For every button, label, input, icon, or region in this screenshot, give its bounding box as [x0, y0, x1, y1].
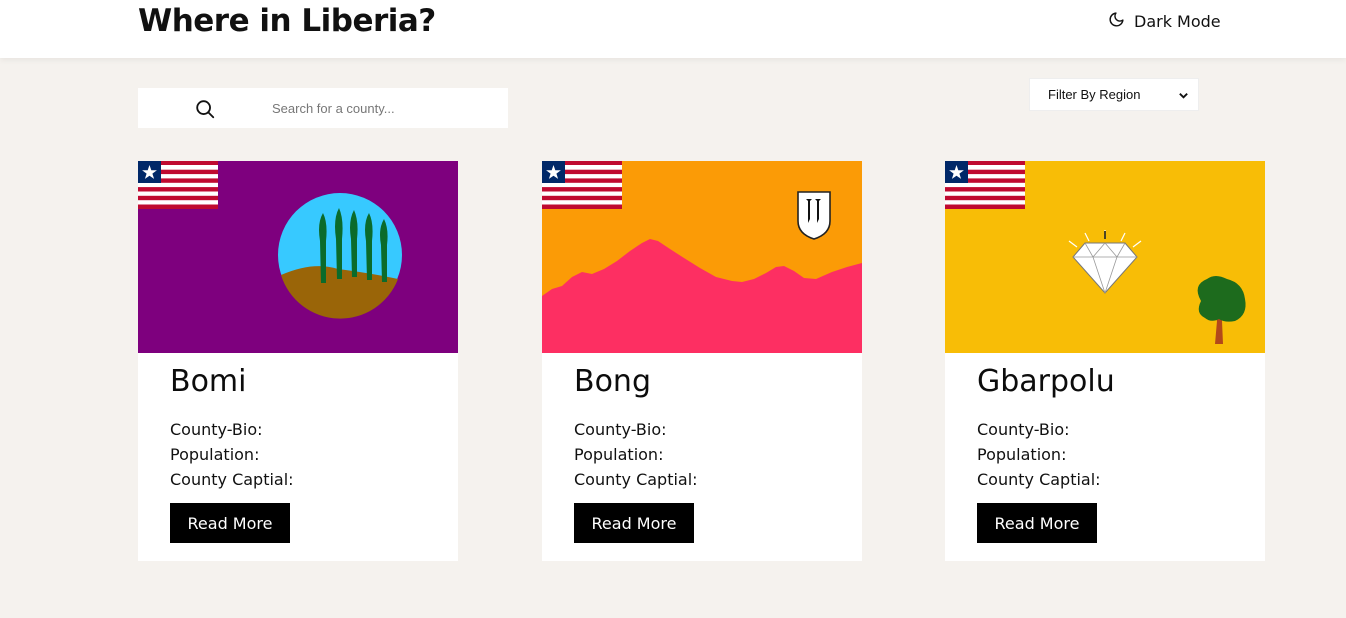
moon-icon	[1108, 11, 1125, 32]
county-capital-label: County Captial:	[574, 470, 698, 489]
page-title: Where in Liberia?	[138, 3, 436, 39]
read-more-button[interactable]: Read More	[170, 503, 290, 543]
region-filter-selected: Filter By Region	[1048, 87, 1141, 102]
bomi-flag-image	[138, 161, 458, 353]
county-name: Bong	[574, 364, 651, 399]
county-capital-label: County Captial:	[977, 470, 1101, 489]
county-capital-label: County Captial:	[170, 470, 294, 489]
dark-mode-label: Dark Mode	[1134, 11, 1221, 31]
gbarpolu-flag-image	[945, 161, 1265, 353]
county-card-bong: Bong County-Bio: Population: County Capt…	[542, 161, 862, 561]
population-label: Population:	[977, 445, 1067, 464]
search-input[interactable]	[272, 98, 492, 118]
population-label: Population:	[170, 445, 260, 464]
search-box	[138, 88, 508, 128]
county-bio-label: County-Bio:	[977, 420, 1070, 439]
read-more-button[interactable]: Read More	[574, 503, 694, 543]
county-card-gbarpolu: Gbarpolu County-Bio: Population: County …	[945, 161, 1265, 561]
read-more-button[interactable]: Read More	[977, 503, 1097, 543]
population-label: Population:	[574, 445, 664, 464]
county-card-bomi: Bomi County-Bio: Population: County Capt…	[138, 161, 458, 561]
top-header: Where in Liberia? Dark Mode	[0, 0, 1346, 58]
region-filter-select[interactable]: Filter By Region	[1029, 78, 1199, 111]
county-name: Gbarpolu	[977, 364, 1115, 399]
county-name: Bomi	[170, 364, 247, 399]
county-bio-label: County-Bio:	[170, 420, 263, 439]
bong-flag-image	[542, 161, 862, 353]
chevron-down-icon	[1178, 89, 1189, 100]
county-bio-label: County-Bio:	[574, 420, 667, 439]
dark-mode-toggle[interactable]: Dark Mode	[1108, 11, 1221, 31]
search-icon[interactable]	[194, 98, 216, 120]
